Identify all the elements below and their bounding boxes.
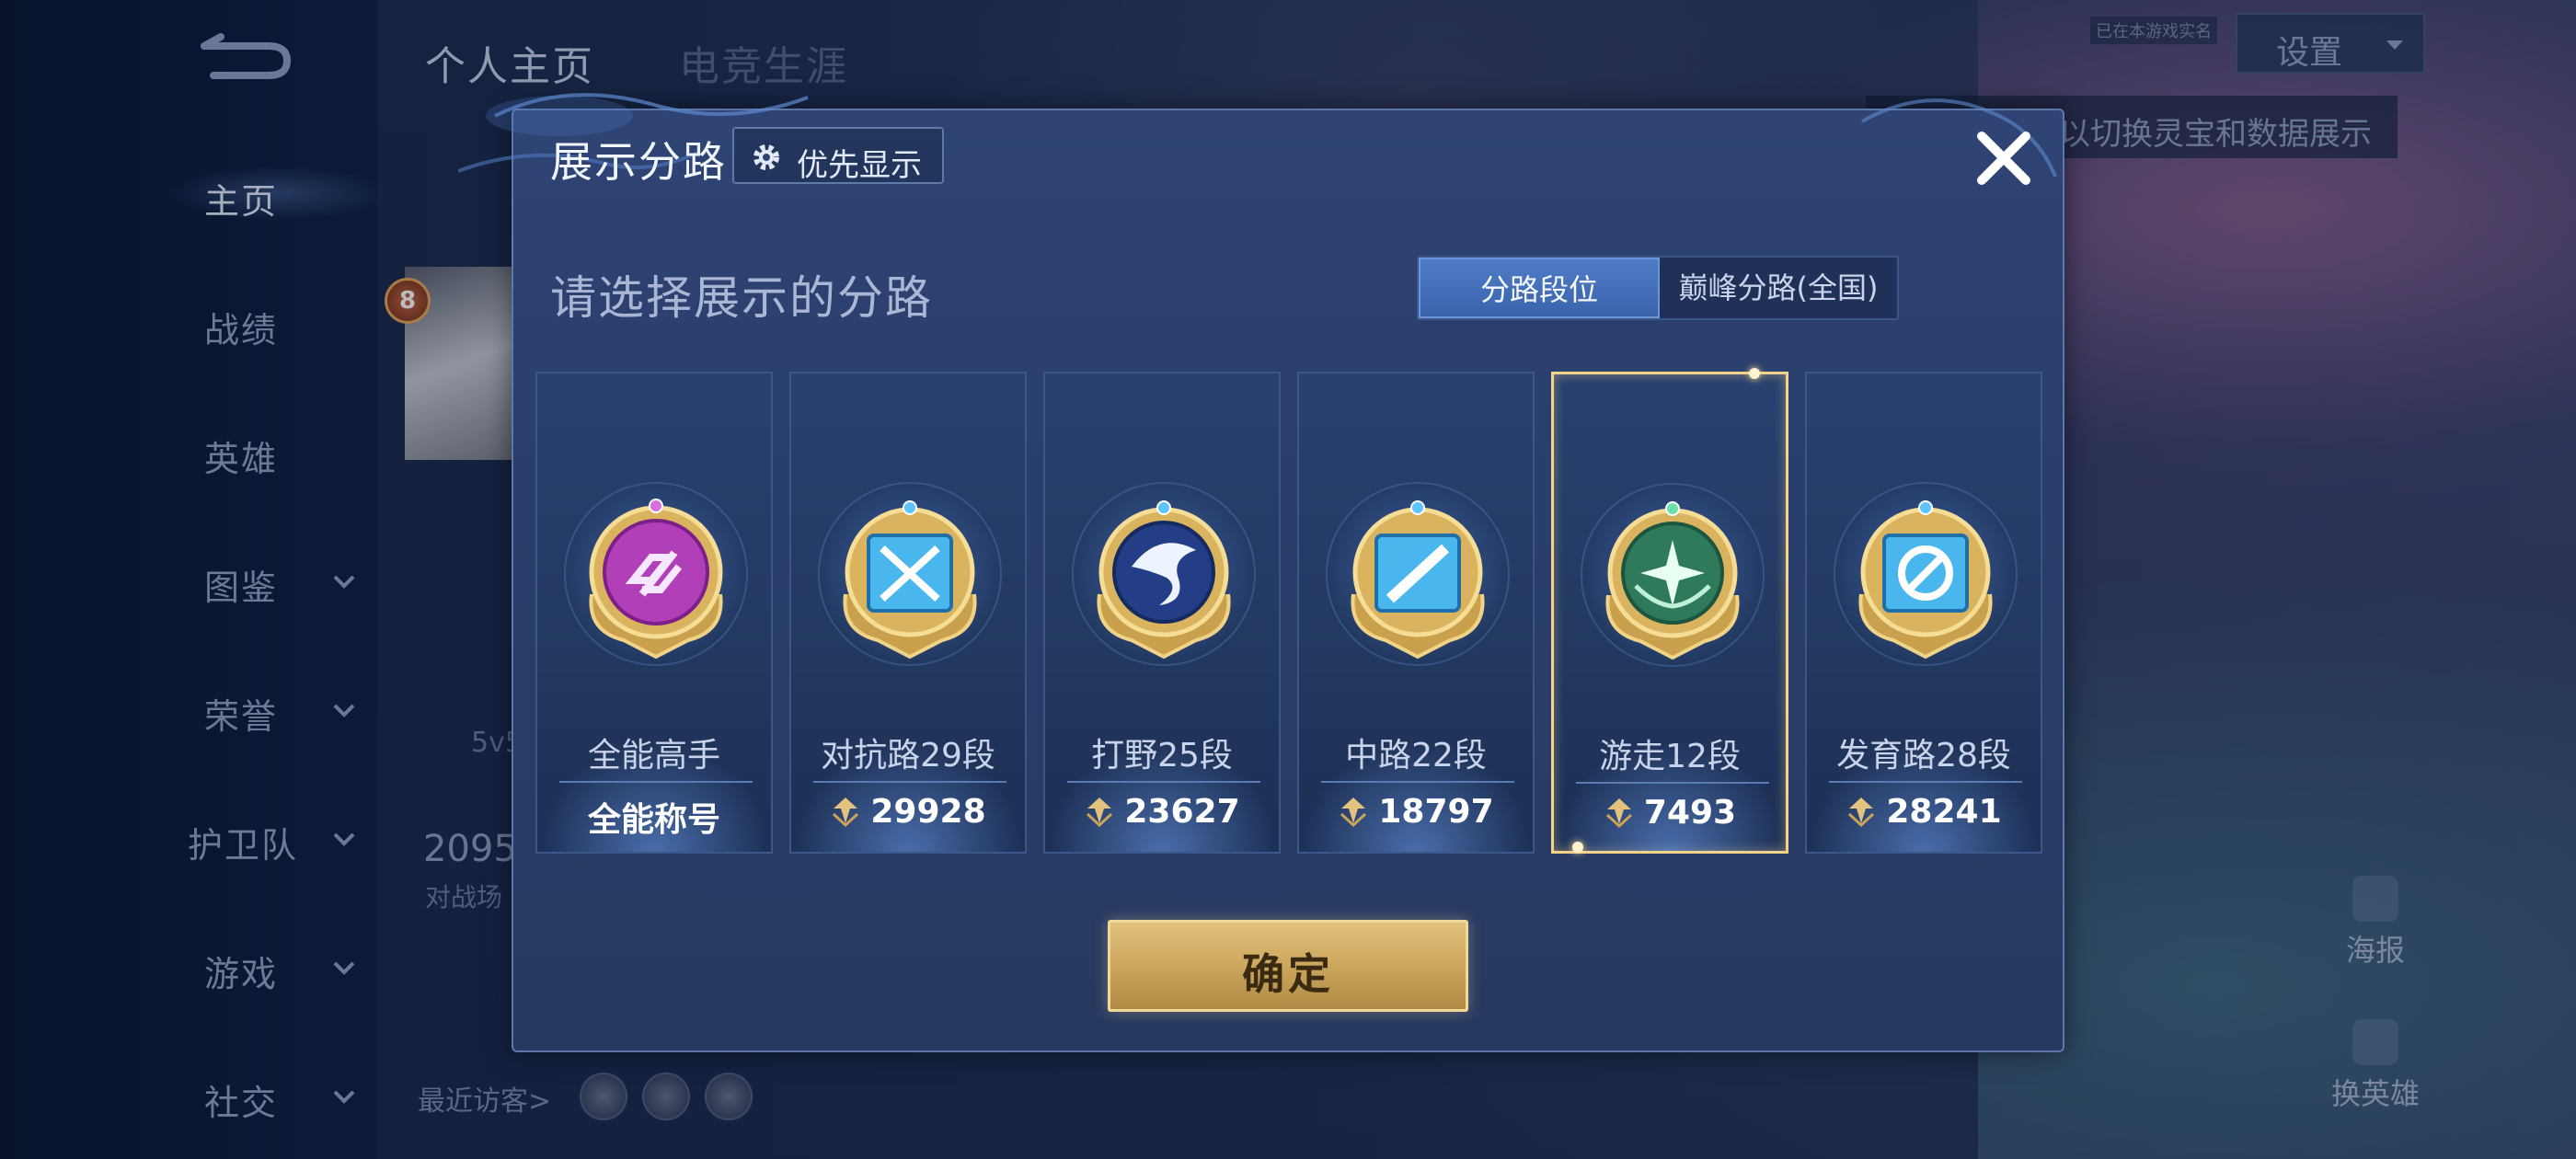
lane-points: 7493 [1554,794,1786,832]
lane-card-jungle[interactable]: 打野25段 23627 [1043,372,1281,854]
rank-points-icon [1340,798,1367,827]
lane-mode-toggle: 分路段位 巅峰分路(全国) [1417,256,1899,320]
lane-value: 全能称号 [537,793,771,841]
lane-name: 全能高手 [587,737,720,775]
lane-points: 23627 [1045,793,1279,831]
priority-display-label: 优先显示 [797,147,922,184]
divider [1576,782,1769,784]
lane-name: 对抗路29段 [821,737,995,775]
mid-lane-emblem-icon [1351,500,1485,659]
lane-card-all-round[interactable]: 全能高手 全能称号 [535,372,773,854]
dialog-subtitle: 请选择展示的分路 [550,271,933,325]
lane-name: 游走12段 [1599,738,1741,775]
divider [1321,781,1514,783]
lane-card-farm[interactable]: 发育路28段 28241 [1805,372,2042,854]
lane-points-value: 7493 [1643,794,1737,832]
divider [813,781,1006,783]
gear-icon [753,144,779,170]
selection-spark [1749,368,1760,379]
rank-points-icon [833,798,859,827]
rank-points-icon [1848,798,1875,827]
confirm-label: 确定 [1242,949,1334,999]
all-round-emblem-icon [589,499,723,659]
lane-card-roam[interactable]: 游走12段 7493 [1551,368,1788,854]
lane-points: 29928 [791,793,1025,831]
lane-card-clash[interactable]: 对抗路29段 29928 [789,372,1027,854]
lane-name: 中路22段 [1345,737,1487,775]
lane-points-value: 28241 [1886,793,2002,831]
lane-points-value: 18797 [1378,793,1494,831]
divider [1829,781,2022,783]
display-lane-dialog: 展示分路 优先显示 请选择展示的分路 分路段位 巅峰分路(全国) 全能高手 全能… [458,93,2064,1052]
roam-emblem-icon [1605,501,1740,660]
lane-name: 发育路28段 [1836,737,2011,775]
tab-lane-rank[interactable]: 分路段位 [1419,258,1660,318]
lane-points: 18797 [1299,793,1533,831]
rank-points-icon [1087,798,1113,827]
lane-value-text: 全能称号 [587,801,720,839]
clash-lane-emblem-icon [843,500,977,659]
tab-peak-lane[interactable]: 巅峰分路(全国) [1660,258,1897,318]
farm-lane-emblem-icon [1858,500,1993,659]
lane-name: 打野25段 [1091,737,1233,775]
divider [1067,781,1260,783]
lane-points-value: 29928 [870,793,986,831]
confirm-button[interactable]: 确定 [1108,920,1468,1012]
selection-spark [1572,842,1583,853]
jungle-emblem-icon [1097,500,1231,659]
priority-display-button[interactable]: 优先显示 [732,127,944,184]
divider [559,781,753,783]
close-icon[interactable] [1967,121,2041,195]
dialog-title: 展示分路 [550,137,727,187]
rank-points-icon [1605,798,1632,828]
lane-card-mid[interactable]: 中路22段 18797 [1297,372,1535,854]
lane-points-value: 23627 [1124,793,1240,831]
lane-points: 28241 [1807,793,2041,831]
